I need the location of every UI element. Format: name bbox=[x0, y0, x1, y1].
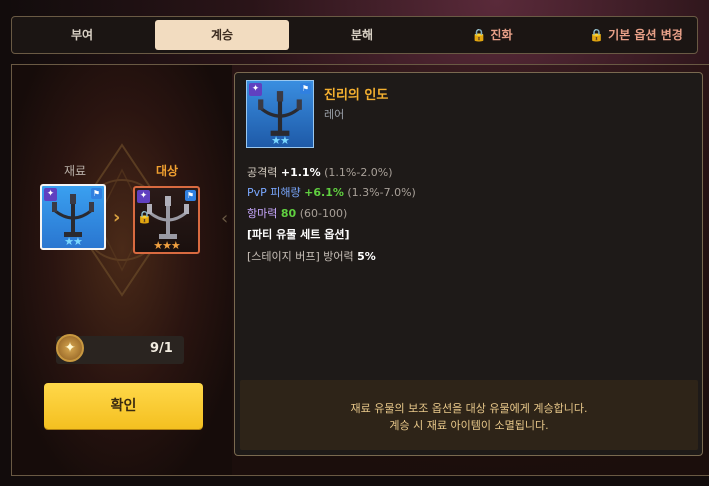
set-option-heading: [파티 유물 세트 옵션] bbox=[247, 228, 350, 241]
item-name: 진리의 인도 bbox=[324, 88, 389, 103]
tab-bar: 부여 계승 분해 🔒 진화 🔒 기본 옵션 변경 bbox=[11, 16, 698, 54]
stat-attack-range: (1.1%-2.0%) bbox=[324, 166, 393, 179]
stat-pvp-range: (1.3%-7.0%) bbox=[347, 186, 416, 199]
tab-evolve[interactable]: 🔒 진화 bbox=[452, 20, 532, 50]
stat-magic-value: 80 bbox=[280, 207, 297, 220]
tab-enchant[interactable]: 부여 bbox=[32, 20, 132, 50]
tab-disassemble-label: 분해 bbox=[350, 28, 374, 42]
item-stars: ★★ bbox=[271, 134, 290, 147]
material-slot[interactable]: ✦ ⚑ ★★ bbox=[40, 184, 106, 250]
tab-change-base-option-label: 기본 옵션 변경 bbox=[608, 28, 683, 42]
target-stars: ★★★ bbox=[153, 239, 181, 252]
stat-pvp-value: +6.1% bbox=[304, 186, 344, 199]
star-medal-icon: ✦ bbox=[56, 334, 84, 362]
tab-change-base-option[interactable]: 🔒 기본 옵션 변경 bbox=[577, 20, 695, 50]
stat-attack: 공격력 +1.1% (1.1%-2.0%) bbox=[247, 164, 393, 180]
target-label: 대상 bbox=[156, 164, 179, 178]
tab-inherit-label: 계승 bbox=[210, 28, 234, 42]
chevron-right-icon: › bbox=[113, 207, 121, 228]
confirm-button[interactable]: 확인 bbox=[44, 383, 203, 429]
candelabra-icon bbox=[52, 194, 94, 237]
stat-buff-label: [스테이지 버프] 방어력 bbox=[247, 250, 354, 263]
chevron-left-icon: ‹ bbox=[221, 208, 229, 229]
stat-pvp: PvP 피해량 +6.1% (1.3%-7.0%) bbox=[247, 184, 416, 200]
inherit-notice: 재료 유물의 보조 옵션을 대상 유물에게 계승합니다. 계승 시 재료 아이템… bbox=[240, 380, 698, 450]
stat-magic-resist: 항마력 80 (60-100) bbox=[247, 205, 347, 221]
stat-magic-label: 항마력 bbox=[247, 207, 278, 220]
notice-line-1: 재료 유물의 보조 옵션을 대상 유물에게 계승합니다. bbox=[350, 402, 588, 415]
tab-evolve-label: 진화 bbox=[490, 28, 513, 42]
counter-value: 9/1 bbox=[150, 341, 173, 356]
tab-disassemble[interactable]: 분해 bbox=[312, 20, 412, 50]
stat-buff-value: 5% bbox=[357, 250, 376, 263]
item-rarity: 레어 bbox=[324, 108, 345, 121]
stat-magic-range: (60-100) bbox=[299, 207, 348, 220]
material-stars: ★★ bbox=[64, 235, 83, 248]
tab-inherit[interactable]: 계승 bbox=[155, 20, 289, 50]
lock-icon: 🔒 bbox=[471, 28, 487, 42]
target-slot[interactable]: ✦ ⚑ 🔒 ★★★ bbox=[133, 186, 200, 254]
tab-enchant-label: 부여 bbox=[70, 28, 94, 42]
stat-attack-value: +1.1% bbox=[280, 166, 321, 179]
material-label: 재료 bbox=[64, 164, 87, 178]
item-icon: ✦ ⚑ ★★ bbox=[246, 80, 314, 148]
candelabra-icon bbox=[258, 91, 302, 136]
stat-stage-buff: [스테이지 버프] 방어력 5% bbox=[247, 248, 376, 264]
stat-pvp-label: PvP 피해량 bbox=[247, 186, 301, 199]
notice-line-2: 계승 시 재료 아이템이 소멸됩니다. bbox=[389, 419, 549, 432]
candelabra-icon bbox=[147, 196, 189, 239]
lock-icon: 🔒 bbox=[589, 28, 605, 42]
stat-attack-label: 공격력 bbox=[247, 166, 278, 179]
